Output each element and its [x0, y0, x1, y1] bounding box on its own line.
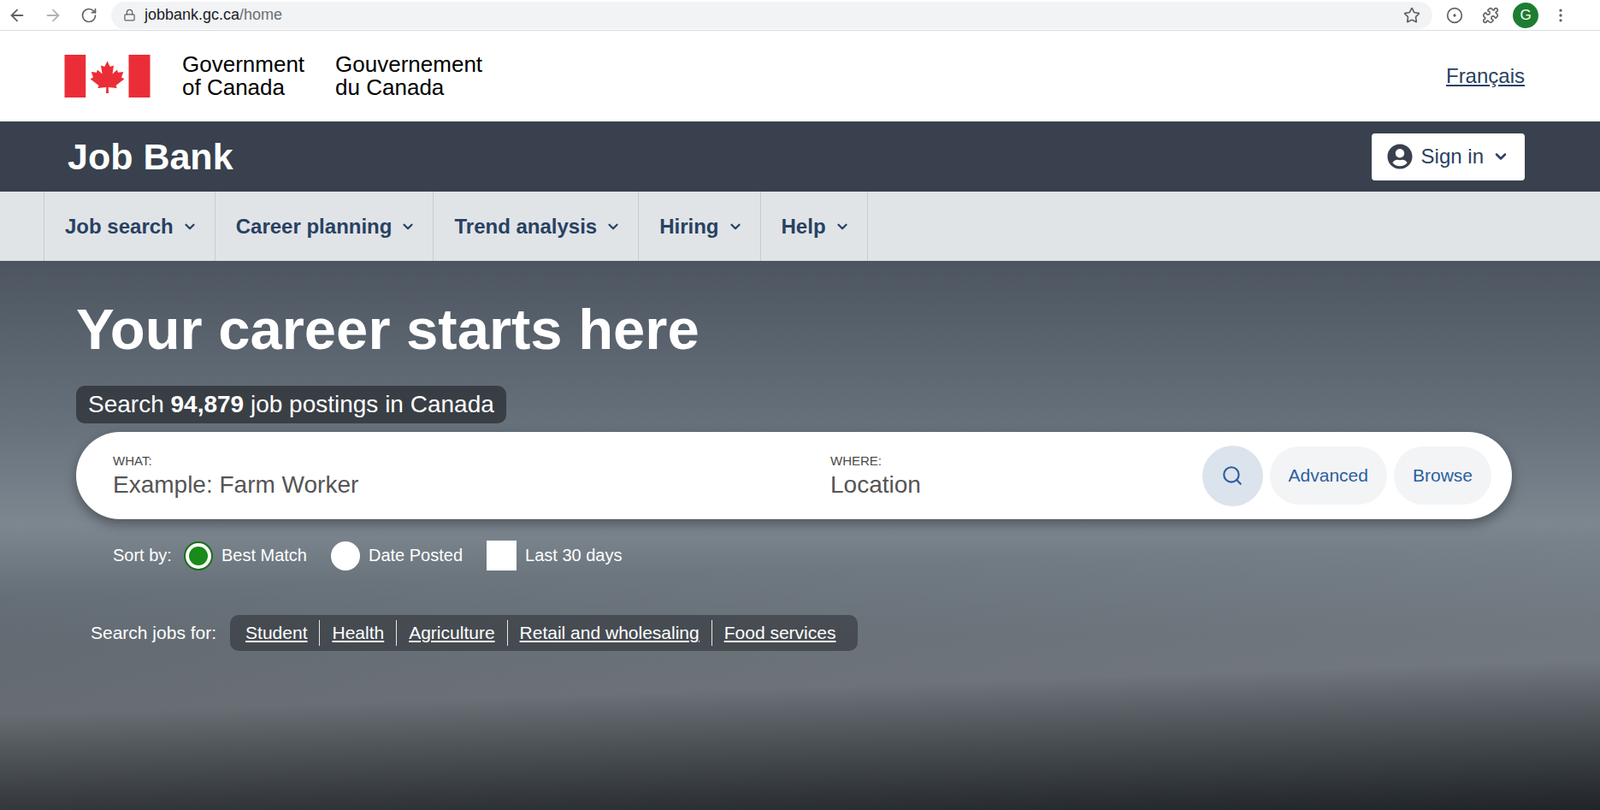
- quick-link-group: StudentHealthAgricultureRetail and whole…: [230, 614, 858, 651]
- site-bar: Job Bank Sign in: [0, 121, 1600, 192]
- quick-link[interactable]: Agriculture: [395, 619, 507, 646]
- sort-option[interactable]: Date Posted: [330, 541, 463, 571]
- sort-option[interactable]: Best Match: [183, 541, 308, 571]
- chevron-down-icon: [834, 218, 851, 235]
- page: jobbank.gc.ca/homeGGovernmentof CanadaGo…: [0, 0, 1600, 810]
- address-bar[interactable]: jobbank.gc.ca/home: [111, 1, 1433, 30]
- star-icon[interactable]: [1403, 6, 1421, 24]
- search-bar: WHAT: WHERE: AdvancedBrowse: [76, 431, 1512, 520]
- sort-row: Sort by: Best Match Date Posted Last 30 day…: [76, 540, 636, 571]
- quick-links: Search jobs for: StudentHealthAgriculture…: [76, 614, 858, 651]
- language-toggle[interactable]: Français: [1446, 64, 1525, 89]
- signature-line: Gouvernement: [335, 53, 483, 77]
- field-label: WHAT:: [112, 453, 824, 468]
- quick-links-label: Search jobs for:: [90, 622, 217, 644]
- government-header: Governmentof Canada Gouvernementdu Canada…: [0, 30, 1600, 122]
- extensions-button[interactable]: [1476, 1, 1505, 30]
- nav-item[interactable]: Help: [760, 191, 868, 261]
- field-label: WHERE:: [830, 453, 1196, 468]
- english-signature: Governmentof Canada: [182, 53, 305, 100]
- url-path: /home: [239, 5, 283, 24]
- nav-item[interactable]: Career planning: [214, 191, 434, 261]
- search-button[interactable]: [1202, 445, 1264, 507]
- sort-label: Sort by:: [112, 545, 172, 566]
- menu-dots-icon: [1552, 6, 1570, 24]
- hero-title: Your career starts here: [76, 295, 700, 364]
- signature-line: du Canada: [335, 76, 483, 100]
- lock-icon: [123, 8, 136, 22]
- nav-item[interactable]: Hiring: [637, 191, 760, 261]
- profile-avatar[interactable]: G: [1512, 2, 1539, 29]
- radio-button[interactable]: [183, 541, 213, 571]
- posting-count: Search 94,879 job postings in Canada: [76, 385, 507, 424]
- where-input[interactable]: [830, 471, 1196, 499]
- sign-in-button[interactable]: Sign in: [1371, 133, 1525, 181]
- url-host: jobbank.gc.ca: [144, 5, 240, 24]
- main-nav: Job searchCareer planningTrend analysisH…: [0, 191, 1600, 261]
- extension-button[interactable]: [1440, 1, 1469, 30]
- site-title[interactable]: Job Bank: [67, 135, 234, 178]
- quick-link[interactable]: Retail and wholesaling: [507, 619, 712, 646]
- arrow-left-icon: [7, 5, 27, 25]
- browser-toolbar: jobbank.gc.ca/home G: [0, 0, 1600, 31]
- url-text: jobbank.gc.ca/home: [144, 5, 1395, 24]
- nav-item[interactable]: Job search: [43, 191, 215, 261]
- what-input[interactable]: [112, 471, 824, 499]
- chevron-down-icon: [400, 218, 416, 235]
- signature-line: Government: [182, 53, 305, 77]
- signature-line: of Canada: [182, 76, 305, 100]
- forward-button[interactable]: [39, 1, 67, 30]
- quick-link[interactable]: Food services: [711, 619, 849, 646]
- menu-button[interactable]: [1546, 1, 1575, 30]
- checkbox[interactable]: [486, 540, 517, 571]
- where-field[interactable]: WHERE:: [830, 453, 1196, 499]
- radio-dot: [188, 546, 208, 566]
- extension-icon: [1446, 6, 1464, 24]
- chevron-down-icon: [605, 218, 621, 235]
- date-filter[interactable]: Last 30 days: [486, 540, 622, 571]
- chevron-down-icon: [182, 218, 198, 235]
- hero: Your career starts here Search 94,879 job…: [0, 260, 1600, 810]
- back-button[interactable]: [3, 1, 31, 30]
- radio-button[interactable]: [330, 541, 361, 571]
- count-number: 94,879: [171, 390, 245, 418]
- canada-flag-icon: [63, 54, 152, 98]
- quick-link[interactable]: Health: [318, 619, 396, 646]
- arrow-right-icon: [43, 5, 63, 25]
- french-signature: Gouvernementdu Canada: [335, 53, 483, 100]
- search-option-button[interactable]: Advanced: [1269, 446, 1388, 505]
- reload-button[interactable]: [75, 1, 103, 30]
- government-signature[interactable]: Governmentof Canada Gouvernementdu Canada: [63, 53, 483, 100]
- quick-link[interactable]: Student: [233, 619, 319, 646]
- search-option-button[interactable]: Browse: [1393, 446, 1492, 505]
- chevron-down-icon: [727, 218, 744, 235]
- what-field[interactable]: WHAT:: [112, 453, 824, 499]
- user-icon: [1387, 143, 1413, 170]
- chevron-down-icon: [1492, 147, 1510, 166]
- puzzle-icon: [1481, 6, 1500, 24]
- search-icon: [1221, 464, 1244, 487]
- reload-icon: [80, 6, 98, 24]
- nav-item[interactable]: Trend analysis: [432, 191, 638, 261]
